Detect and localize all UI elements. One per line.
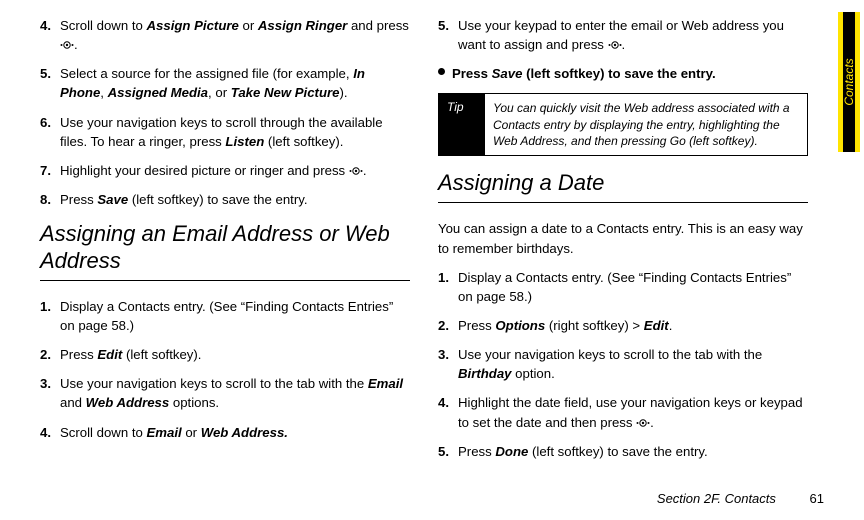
page-content: 4.Scroll down to Assign Picture or Assig… bbox=[0, 0, 864, 460]
footer-page-number: 61 bbox=[810, 491, 824, 506]
step-number: 5. bbox=[438, 16, 449, 35]
step-number: 6. bbox=[40, 113, 51, 132]
navigation-key-icon bbox=[608, 39, 622, 51]
heading-email-web: Assigning an Email Address or Web Addres… bbox=[40, 221, 410, 274]
bullet-save-line: Press Save (left softkey) to save the en… bbox=[438, 64, 808, 83]
step-item: 5.Select a source for the assigned file … bbox=[40, 64, 410, 102]
step-item: 1.Display a Contacts entry. (See “Findin… bbox=[438, 268, 808, 306]
footer-section: Section 2F. Contacts bbox=[657, 491, 776, 506]
step-item: 4.Scroll down to Assign Picture or Assig… bbox=[40, 16, 410, 54]
step-number: 4. bbox=[40, 16, 51, 35]
steps-list-b: 1.Display a Contacts entry. (See “Findin… bbox=[40, 297, 410, 442]
step-number: 2. bbox=[40, 345, 51, 364]
step-item: 4.Highlight the date field, use your nav… bbox=[438, 393, 808, 431]
step-item: 5.Press Done (left softkey) to save the … bbox=[438, 442, 808, 461]
step-item: 3.Use your navigation keys to scroll to … bbox=[438, 345, 808, 383]
step-number: 5. bbox=[40, 64, 51, 83]
tip-label: Tip bbox=[439, 94, 485, 155]
step-number: 2. bbox=[438, 316, 449, 335]
step-item: 7.Highlight your desired picture or ring… bbox=[40, 161, 410, 180]
step-number: 5. bbox=[438, 442, 449, 461]
side-tab: Contacts bbox=[838, 12, 860, 152]
step-item: 3.Use your navigation keys to scroll to … bbox=[40, 374, 410, 412]
steps-list-c: 5.Use your keypad to enter the email or … bbox=[438, 16, 808, 54]
step-item: 4.Scroll down to Email or Web Address. bbox=[40, 423, 410, 442]
step-item: 2.Press Edit (left softkey). bbox=[40, 345, 410, 364]
navigation-key-icon bbox=[60, 39, 74, 51]
heading-assigning-date: Assigning a Date bbox=[438, 170, 808, 196]
step-number: 4. bbox=[438, 393, 449, 412]
step-item: 1.Display a Contacts entry. (See “Findin… bbox=[40, 297, 410, 335]
step-item: 5.Use your keypad to enter the email or … bbox=[438, 16, 808, 54]
step-number: 3. bbox=[438, 345, 449, 364]
tip-content: You can quickly visit the Web address as… bbox=[485, 94, 807, 155]
step-item: 8.Press Save (left softkey) to save the … bbox=[40, 190, 410, 209]
intro-text: You can assign a date to a Contacts entr… bbox=[438, 219, 808, 257]
steps-list-d: 1.Display a Contacts entry. (See “Findin… bbox=[438, 268, 808, 461]
page-footer: Section 2F. Contacts 61 bbox=[657, 491, 824, 506]
left-column: 4.Scroll down to Assign Picture or Assig… bbox=[40, 16, 410, 460]
step-number: 8. bbox=[40, 190, 51, 209]
step-number: 7. bbox=[40, 161, 51, 180]
bullet-icon bbox=[438, 68, 445, 75]
step-number: 1. bbox=[40, 297, 51, 316]
step-number: 3. bbox=[40, 374, 51, 393]
step-item: 6.Use your navigation keys to scroll thr… bbox=[40, 113, 410, 151]
right-column: 5.Use your keypad to enter the email or … bbox=[438, 16, 808, 460]
steps-list-a: 4.Scroll down to Assign Picture or Assig… bbox=[40, 16, 410, 209]
heading-rule bbox=[40, 280, 410, 281]
step-item: 2.Press Options (right softkey) > Edit. bbox=[438, 316, 808, 335]
side-tab-label: Contacts bbox=[842, 58, 856, 105]
navigation-key-icon bbox=[636, 417, 650, 429]
bullet-text: Press Save (left softkey) to save the en… bbox=[452, 66, 716, 81]
heading-rule bbox=[438, 202, 808, 203]
tip-box: Tip You can quickly visit the Web addres… bbox=[438, 93, 808, 156]
navigation-key-icon bbox=[349, 165, 363, 177]
step-number: 4. bbox=[40, 423, 51, 442]
step-number: 1. bbox=[438, 268, 449, 287]
